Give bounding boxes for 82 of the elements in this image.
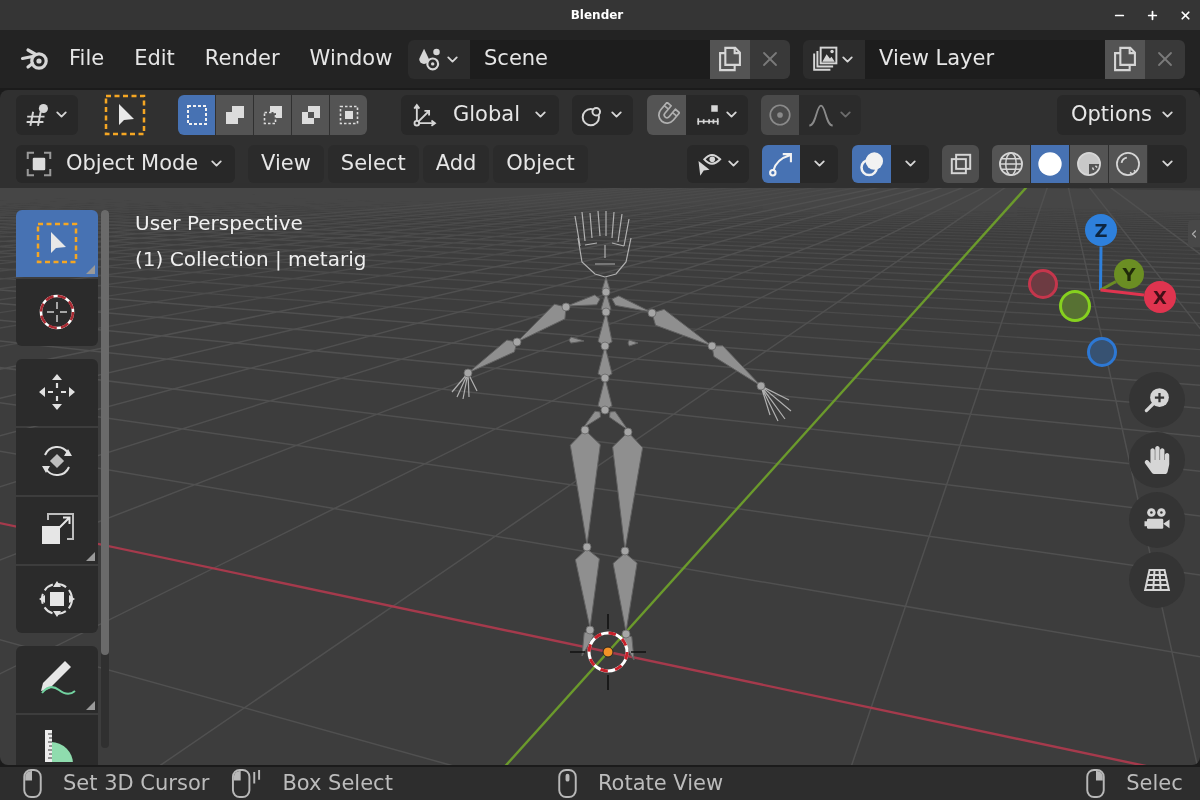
glossy-sphere-icon [1114,149,1142,178]
gizmo-axis-lines [1099,245,1146,297]
active-tool-icon [103,92,147,137]
affect-options-dropdown[interactable] [16,94,78,135]
copy-icon [716,45,744,73]
menu-item[interactable]: Window [294,39,408,79]
tool-button[interactable] [16,279,98,346]
solid-sphere-icon [1036,149,1064,178]
mouse-icon [556,768,578,799]
tool-button[interactable] [16,497,98,564]
hash-ball-icon [24,101,51,128]
menu-item[interactable]: Edit [119,39,190,79]
mouse-icon [22,768,43,799]
xray-toggle-button[interactable] [942,144,979,183]
scrollbar-thumb[interactable] [101,210,109,655]
duplicate-button[interactable] [1105,39,1145,79]
hint-label: Rotate View [597,769,724,797]
view-layer-type-dropdown[interactable] [803,39,865,79]
mouse-icon [231,768,263,799]
viewport-info-text: (1) Collection | metarig [135,246,367,273]
camera-view-button[interactable] [1129,492,1185,548]
view-layer-field[interactable]: View Layer [865,39,1105,79]
gizmo-toggle-button[interactable] [762,144,800,183]
snap-target-dropdown[interactable] [686,94,748,135]
snap-toggle-button[interactable] [647,94,686,135]
proportional-edit-button[interactable] [761,94,799,135]
scene-type-dropdown[interactable] [408,39,470,79]
visibility-dropdown[interactable] [687,144,749,183]
header-menu[interactable]: Object [493,144,588,183]
header-menu[interactable]: View [248,144,324,183]
shading-mode-button[interactable] [1109,144,1147,183]
tool-button[interactable] [16,715,98,765]
copy-icon [1111,45,1139,73]
half-sphere-icon [1075,149,1103,178]
orientation-dropdown[interactable]: Global [401,94,559,135]
select-mode-button[interactable] [178,94,215,135]
plus-icon [1145,8,1159,22]
dashed-square-icon [184,102,209,127]
shading-mode-button[interactable] [1070,144,1108,183]
tool-button[interactable] [16,359,98,426]
menu-item[interactable]: File [54,39,120,79]
select-mode-button[interactable] [216,94,253,135]
hint-label: Set 3D Cursor [63,769,210,797]
menu-item[interactable]: Render [189,39,295,79]
tool-button[interactable] [16,566,98,633]
falloff-dropdown[interactable] [799,94,861,135]
hint-label: Box Select [282,769,393,797]
close-icon [1178,8,1192,22]
overlapping-circles-icon [857,149,886,178]
pan-button[interactable] [1129,432,1185,488]
shading-mode-button[interactable] [1031,144,1069,183]
scene-field[interactable]: Scene [470,39,710,79]
crosshair-ring-icon [568,612,648,692]
header-menu[interactable]: Add [422,144,490,183]
sidebar-toggle-button[interactable] [1188,220,1200,247]
tool-button[interactable] [16,428,98,495]
window-title: Blender [570,7,624,24]
axis-ring[interactable] [1087,337,1117,367]
tool-button[interactable] [16,646,98,713]
mode-dropdown[interactable]: Object Mode [16,144,235,183]
header-menu[interactable]: Select [327,144,419,183]
wire-sphere-icon [997,149,1025,178]
duplicate-button[interactable] [710,39,750,79]
viewport-info-text: User Perspective [135,210,304,237]
shading-mode-button[interactable] [992,144,1030,183]
pivot-dropdown[interactable] [572,94,633,135]
app-logo-icon [20,46,50,72]
target-circle-icon [767,101,793,128]
select-mode-button[interactable] [292,94,329,135]
dashed-select-icon [35,221,79,265]
mouse-icon [1085,768,1107,799]
select-mode-button[interactable] [330,94,367,135]
axis-ring[interactable] [1059,290,1091,322]
overlay-toggle-button[interactable] [852,144,891,183]
select-mode-button[interactable] [254,94,291,135]
options-dropdown[interactable]: Options [1057,94,1186,135]
zoom-in-icon [1142,385,1172,415]
drop-sphere-icon [417,46,443,72]
hint-label: Selec [1126,769,1183,797]
zoom-button[interactable] [1129,372,1185,428]
hand-icon [1143,446,1171,474]
image-stack-icon [812,46,838,72]
